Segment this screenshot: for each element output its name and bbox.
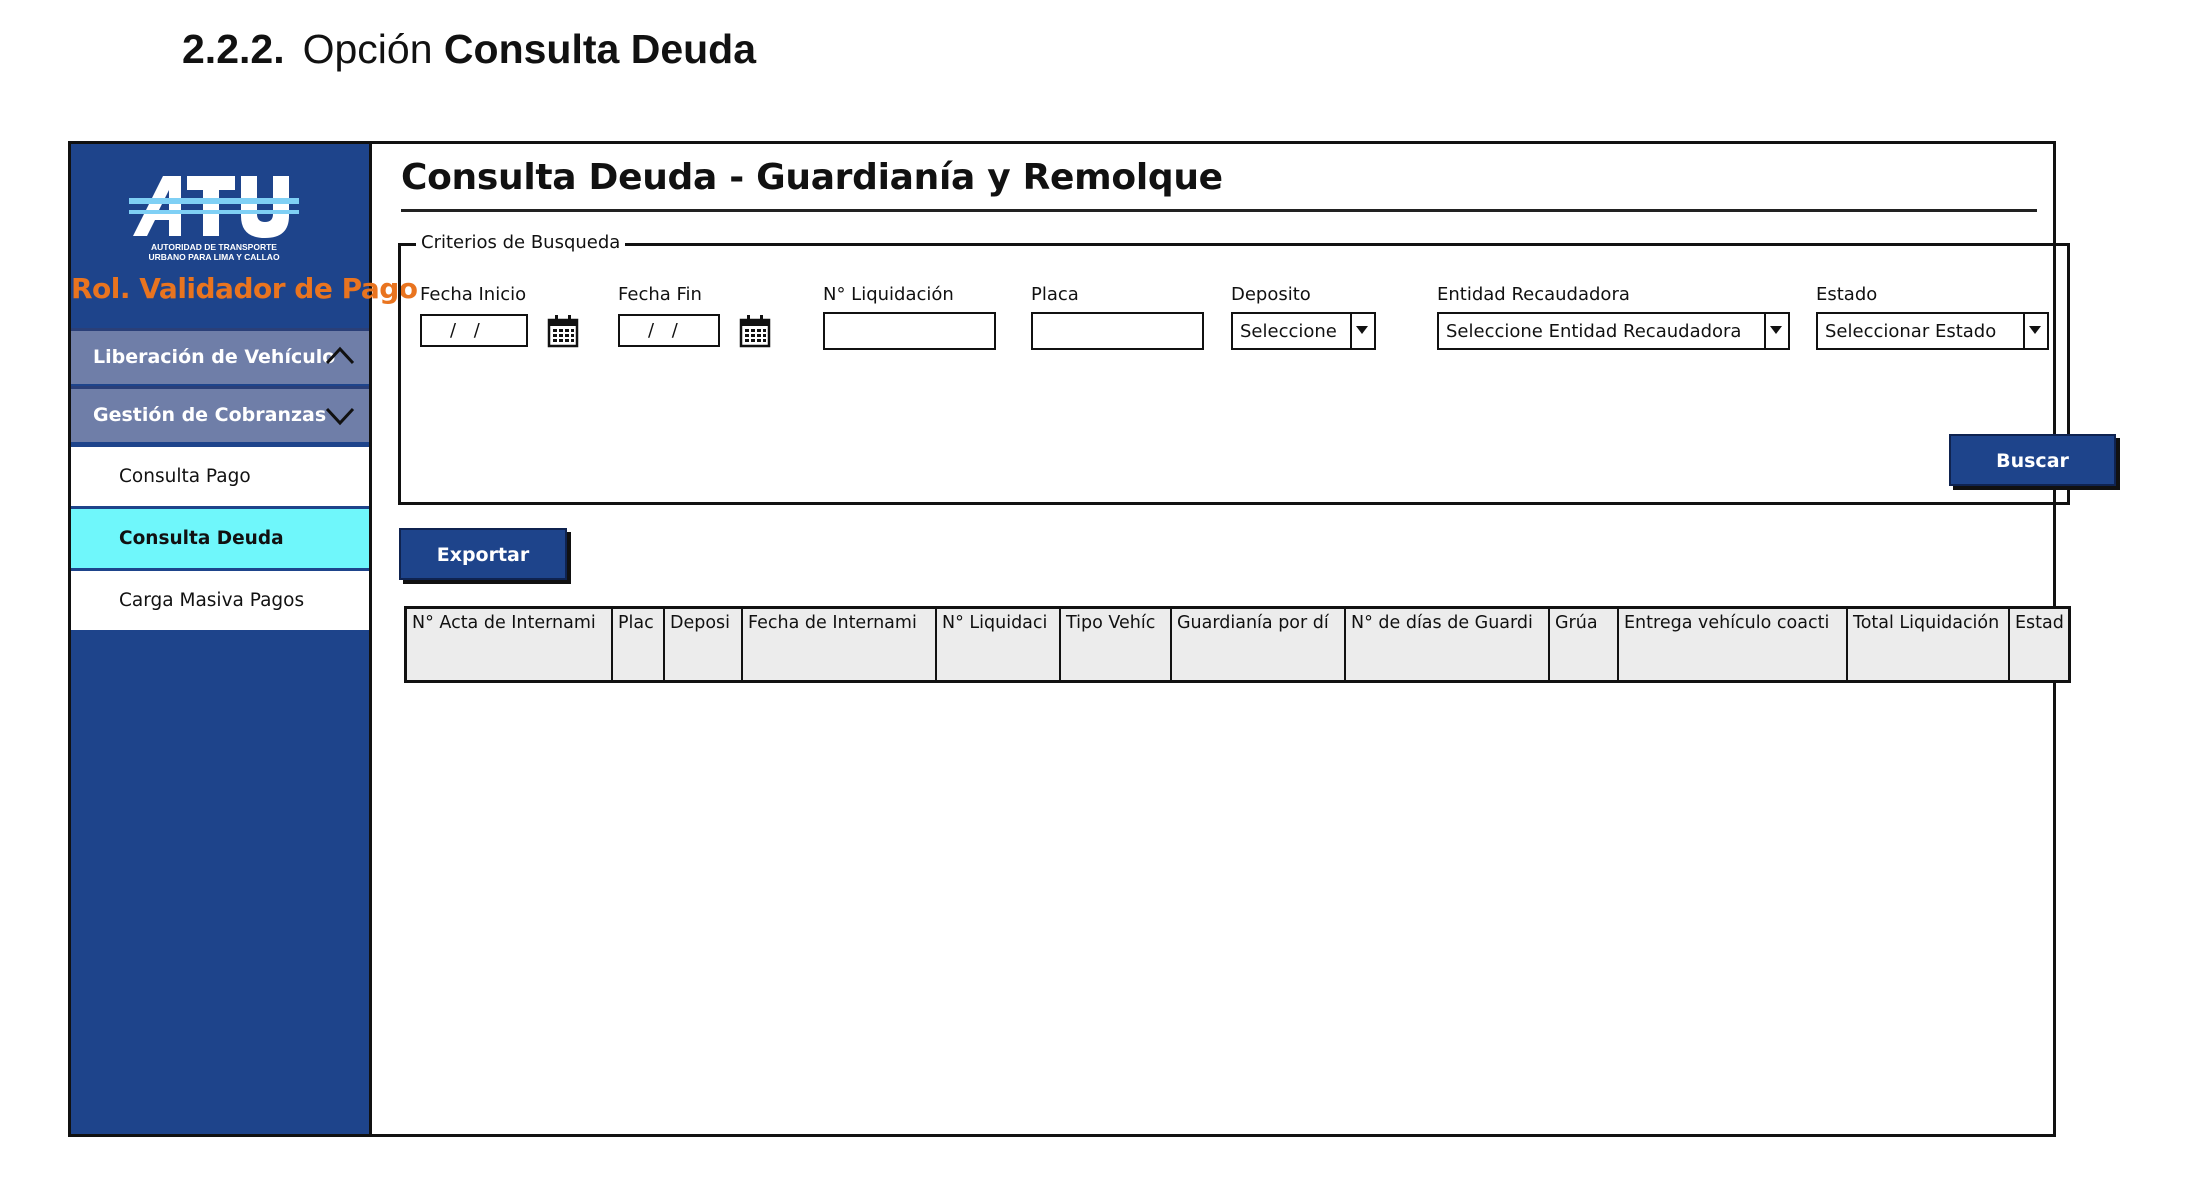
deposito-label: Deposito	[1231, 284, 1311, 305]
estado-value: Seleccionar Estado	[1825, 321, 1997, 342]
title-divider	[401, 209, 2037, 212]
entidad-value: Seleccione Entidad Recaudadora	[1446, 321, 1742, 342]
table-header-cell: N° Liquidaci	[937, 609, 1061, 680]
placa-label: Placa	[1031, 284, 1079, 305]
date-placeholder: / /	[648, 320, 684, 341]
sidebar: AUTORIDAD DE TRANSPORTE URBANO PARA LIMA…	[71, 144, 418, 1134]
nav-item-label: Carga Masiva Pagos	[119, 590, 305, 611]
app-window: AUTORIDAD DE TRANSPORTE URBANO PARA LIMA…	[68, 141, 2116, 1137]
results-table: N° Acta de Internami Plac Deposi Fecha d…	[404, 606, 2071, 683]
deposito-select[interactable]: Seleccione	[1231, 312, 1376, 350]
exportar-button[interactable]: Exportar	[399, 528, 567, 580]
placa-input[interactable]	[1031, 312, 1204, 350]
entidad-select[interactable]: Seleccione Entidad Recaudadora	[1437, 312, 1790, 350]
liquidacion-label: N° Liquidación	[823, 284, 954, 305]
heading-prefix: Opción	[302, 26, 433, 72]
criteria-legend: Criterios de Busqueda	[416, 232, 626, 253]
atu-logo: AUTORIDAD DE TRANSPORTE URBANO PARA LIMA…	[129, 170, 299, 265]
nav-item-label: Consulta Deuda	[119, 528, 284, 549]
role-title: Rol. Validador de Pago	[71, 272, 418, 305]
chevron-down-icon	[325, 407, 355, 426]
dropdown-arrow-icon	[2023, 314, 2047, 348]
fecha-fin-label: Fecha Fin	[618, 284, 702, 305]
nav-group-label: Liberación de Vehículo	[93, 346, 336, 368]
svg-text:URBANO PARA LIMA Y CALLAO: URBANO PARA LIMA Y CALLAO	[148, 252, 280, 262]
page-title: Consulta Deuda - Guardianía y Remolque	[401, 157, 1223, 198]
document-heading: 2.2.2. Opción Consulta Deuda	[182, 26, 756, 73]
liquidacion-input[interactable]	[823, 312, 996, 350]
nav-item-consulta-pago[interactable]: Consulta Pago	[71, 444, 369, 506]
dropdown-arrow-icon	[1764, 314, 1788, 348]
svg-text:AUTORIDAD DE TRANSPORTE: AUTORIDAD DE TRANSPORTE	[151, 242, 277, 252]
fecha-inicio-input[interactable]: / /	[420, 314, 528, 347]
exportar-button-label: Exportar	[436, 544, 530, 566]
table-header-cell: N° de días de Guardi	[1346, 609, 1550, 680]
estado-label: Estado	[1816, 284, 1878, 305]
nav-group-label: Gestión de Cobranzas	[93, 404, 327, 426]
nav-item-consulta-deuda[interactable]: Consulta Deuda	[71, 506, 369, 568]
table-header-cell: Estad	[2015, 613, 2064, 633]
calendar-icon[interactable]	[547, 314, 579, 348]
table-header-cell: Grúa	[1550, 609, 1619, 680]
deposito-value: Seleccione	[1240, 321, 1337, 342]
nav-group-liberacion[interactable]: Liberación de Vehículo	[71, 328, 369, 384]
entidad-label: Entidad Recaudadora	[1437, 284, 1630, 305]
buscar-button[interactable]: Buscar	[1949, 434, 2116, 486]
table-header-cell: Fecha de Internami	[743, 609, 937, 680]
table-header-cell: Plac	[613, 609, 665, 680]
date-placeholder: / /	[450, 320, 486, 341]
search-criteria-panel: Criterios de Busqueda Fecha Inicio / / F…	[398, 232, 2116, 505]
fecha-inicio-label: Fecha Inicio	[420, 284, 527, 305]
heading-number: 2.2.2.	[182, 26, 285, 72]
nav-item-carga-masiva-pagos[interactable]: Carga Masiva Pagos	[71, 568, 369, 630]
table-header-cell: Deposi	[665, 609, 743, 680]
dropdown-arrow-icon	[1350, 314, 1374, 348]
table-header-cell: Guardianía por dí	[1172, 609, 1346, 680]
buscar-button-label: Buscar	[1996, 450, 2069, 472]
chevron-up-icon	[325, 346, 355, 365]
nav-item-label: Consulta Pago	[119, 466, 251, 487]
table-header-cell: Tipo Vehíc	[1061, 609, 1172, 680]
calendar-icon[interactable]	[739, 314, 771, 348]
heading-emphasis: Consulta Deuda	[443, 26, 757, 72]
table-header-cell: Entrega vehículo coacti	[1619, 609, 1848, 680]
table-header-cell: N° Acta de Internami	[407, 609, 613, 680]
fecha-fin-input[interactable]: / /	[618, 314, 720, 347]
nav-group-cobranzas[interactable]: Gestión de Cobranzas	[71, 386, 369, 442]
estado-select[interactable]: Seleccionar Estado	[1816, 312, 2049, 350]
table-header-cell: Total Liquidación	[1848, 609, 2010, 680]
